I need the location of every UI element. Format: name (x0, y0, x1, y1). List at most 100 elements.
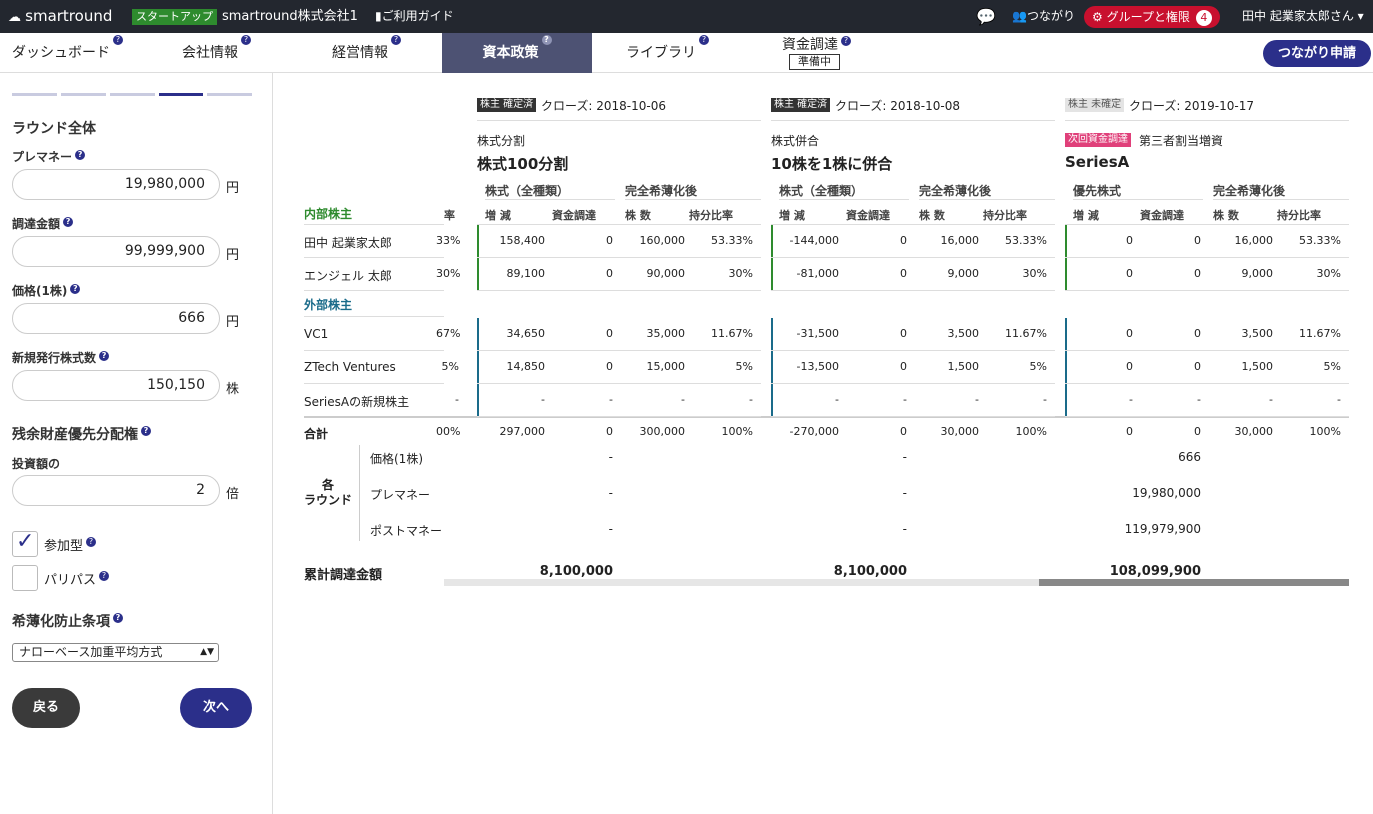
horizontal-scrollbar-thumb[interactable] (1039, 579, 1349, 586)
tab-funding[interactable]: 資金調達? (782, 34, 851, 54)
round-name: SeriesA (1065, 153, 1130, 171)
close-date: クローズ: 2018-10-08 (835, 99, 960, 113)
paripassu-label: パリパス? (44, 569, 110, 588)
each-round-divider (359, 445, 360, 541)
help-icon[interactable]: ? (841, 36, 851, 46)
step-indicator-active (159, 93, 203, 96)
connections-link[interactable]: 👥つながり (1012, 0, 1075, 33)
total-cell: 0 (900, 425, 907, 438)
help-icon[interactable]: ? (99, 571, 110, 581)
help-icon[interactable]: ? (391, 35, 401, 45)
cell-value: 11.67% (1005, 327, 1047, 340)
help-icon[interactable]: ? (241, 35, 251, 45)
round-value: 666 (1178, 450, 1201, 464)
gear-icon: ⚙ (1092, 10, 1103, 24)
col-header: 資金調達 (552, 209, 596, 222)
col-header: 資金調達 (846, 209, 890, 222)
multiple-input[interactable]: 2 (12, 475, 220, 506)
funding-status-badge: 準備中 (789, 54, 840, 70)
cell-value: 0 (900, 234, 907, 247)
cell-value: 0 (1194, 360, 1201, 373)
external-label: 外部株主 (304, 298, 353, 312)
tab-dashboard[interactable]: ダッシュボード? (12, 33, 123, 73)
premoney-label: プレマネー? (12, 148, 86, 165)
row-divider (1065, 350, 1349, 351)
col-header: 持分比率 (689, 209, 733, 222)
participating-label: 参加型? (44, 535, 97, 554)
anti-dilution-select[interactable]: ナローベース加重平均方式 ▲▼ (12, 643, 219, 662)
round-row-label: プレマネー (370, 488, 431, 502)
internal-label: 内部株主 (304, 207, 353, 221)
col-header: 株 数 (625, 209, 651, 222)
back-button[interactable]: 戻る (12, 688, 80, 728)
tab-management[interactable]: 経営情報? (332, 33, 401, 73)
cut-cell: 67% (436, 327, 461, 340)
cumulative-value: 108,099,900 (1109, 564, 1201, 579)
help-icon[interactable]: ? (699, 35, 709, 45)
price-label: 価格(1株)? (12, 282, 81, 299)
cell-value: 0 (900, 360, 907, 373)
row-divider (304, 350, 444, 351)
help-icon[interactable]: ? (141, 426, 151, 436)
chat-icon[interactable]: 💬 (976, 0, 996, 33)
select-arrows-icon: ▲▼ (200, 647, 214, 657)
cell-value: 0 (1194, 234, 1201, 247)
tab-company[interactable]: 会社情報? (182, 33, 251, 73)
help-icon[interactable]: ? (99, 351, 110, 361)
company-name[interactable]: smartround株式会社1 (222, 0, 358, 33)
raise-input[interactable]: 99,999,900 (12, 236, 220, 267)
help-icon[interactable]: ? (86, 537, 97, 547)
tab-library[interactable]: ライブラリ? (626, 33, 709, 73)
round-value: - (902, 486, 907, 500)
row-divider (1065, 290, 1349, 291)
liquidation-title: 残余財産優先分配権? (12, 424, 151, 444)
cell-value: 0 (606, 234, 613, 247)
total-cell: 100% (1309, 425, 1341, 438)
cell-value: 30% (1022, 267, 1047, 280)
group-underline (1073, 199, 1203, 200)
shares-input[interactable]: 150,150 (12, 370, 220, 401)
round-row-label: 価格(1株) (370, 452, 423, 466)
help-icon[interactable]: ? (113, 35, 123, 45)
guide-link[interactable]: ▮ご利用ガイド (375, 0, 454, 33)
cell-value: 53.33% (711, 234, 753, 247)
close-date: クローズ: 2018-10-06 (541, 99, 666, 113)
row-divider (771, 257, 1055, 258)
logo[interactable]: ☁ smartround (8, 0, 112, 34)
help-icon[interactable]: ? (541, 35, 552, 45)
divider (304, 224, 444, 225)
price-input[interactable]: 666 (12, 303, 220, 334)
cell-value: - (1337, 393, 1341, 406)
groups-count: 4 (1195, 10, 1212, 26)
cumulative-value: 8,100,000 (539, 564, 613, 579)
row-divider (304, 257, 444, 258)
cell-value: 30% (728, 267, 753, 280)
help-icon[interactable]: ? (113, 613, 123, 623)
round-value: - (608, 450, 613, 464)
next-button[interactable]: 次へ (180, 688, 252, 728)
tab-capital-policy[interactable]: 資本政策? (442, 33, 592, 73)
total-cell: 100% (1015, 425, 1047, 438)
premoney-input[interactable]: 19,980,000 (12, 169, 220, 200)
header-underline (771, 224, 1055, 225)
groups-button[interactable]: ⚙ グループと権限 4 (1084, 6, 1220, 28)
cumulative-value: 8,100,000 (833, 564, 907, 579)
help-icon[interactable]: ? (63, 217, 74, 227)
cell-value: 5% (1029, 360, 1047, 373)
round-type: 第三者割当増資 (1139, 134, 1224, 148)
user-menu[interactable]: 田中 起業家太郎さん ▾ (1242, 0, 1364, 33)
group-header: 株式（全種類） (779, 184, 864, 198)
cell-value: 0 (1194, 327, 1201, 340)
cell-value: 0 (606, 360, 613, 373)
participating-checkbox[interactable]: ✓ (12, 529, 38, 557)
help-icon[interactable]: ? (70, 284, 81, 294)
cut-header: 率 (444, 209, 455, 222)
help-icon[interactable]: ? (75, 150, 86, 160)
connection-request-button[interactable]: つながり申請 (1263, 40, 1371, 67)
shareholder-name: エンジェル 太郎 (304, 269, 392, 283)
unit-label: 円 (226, 181, 240, 196)
group-underline (1213, 199, 1349, 200)
group-underline (625, 199, 761, 200)
invest-label: 投資額の (12, 457, 61, 471)
paripassu-checkbox[interactable] (12, 565, 38, 591)
